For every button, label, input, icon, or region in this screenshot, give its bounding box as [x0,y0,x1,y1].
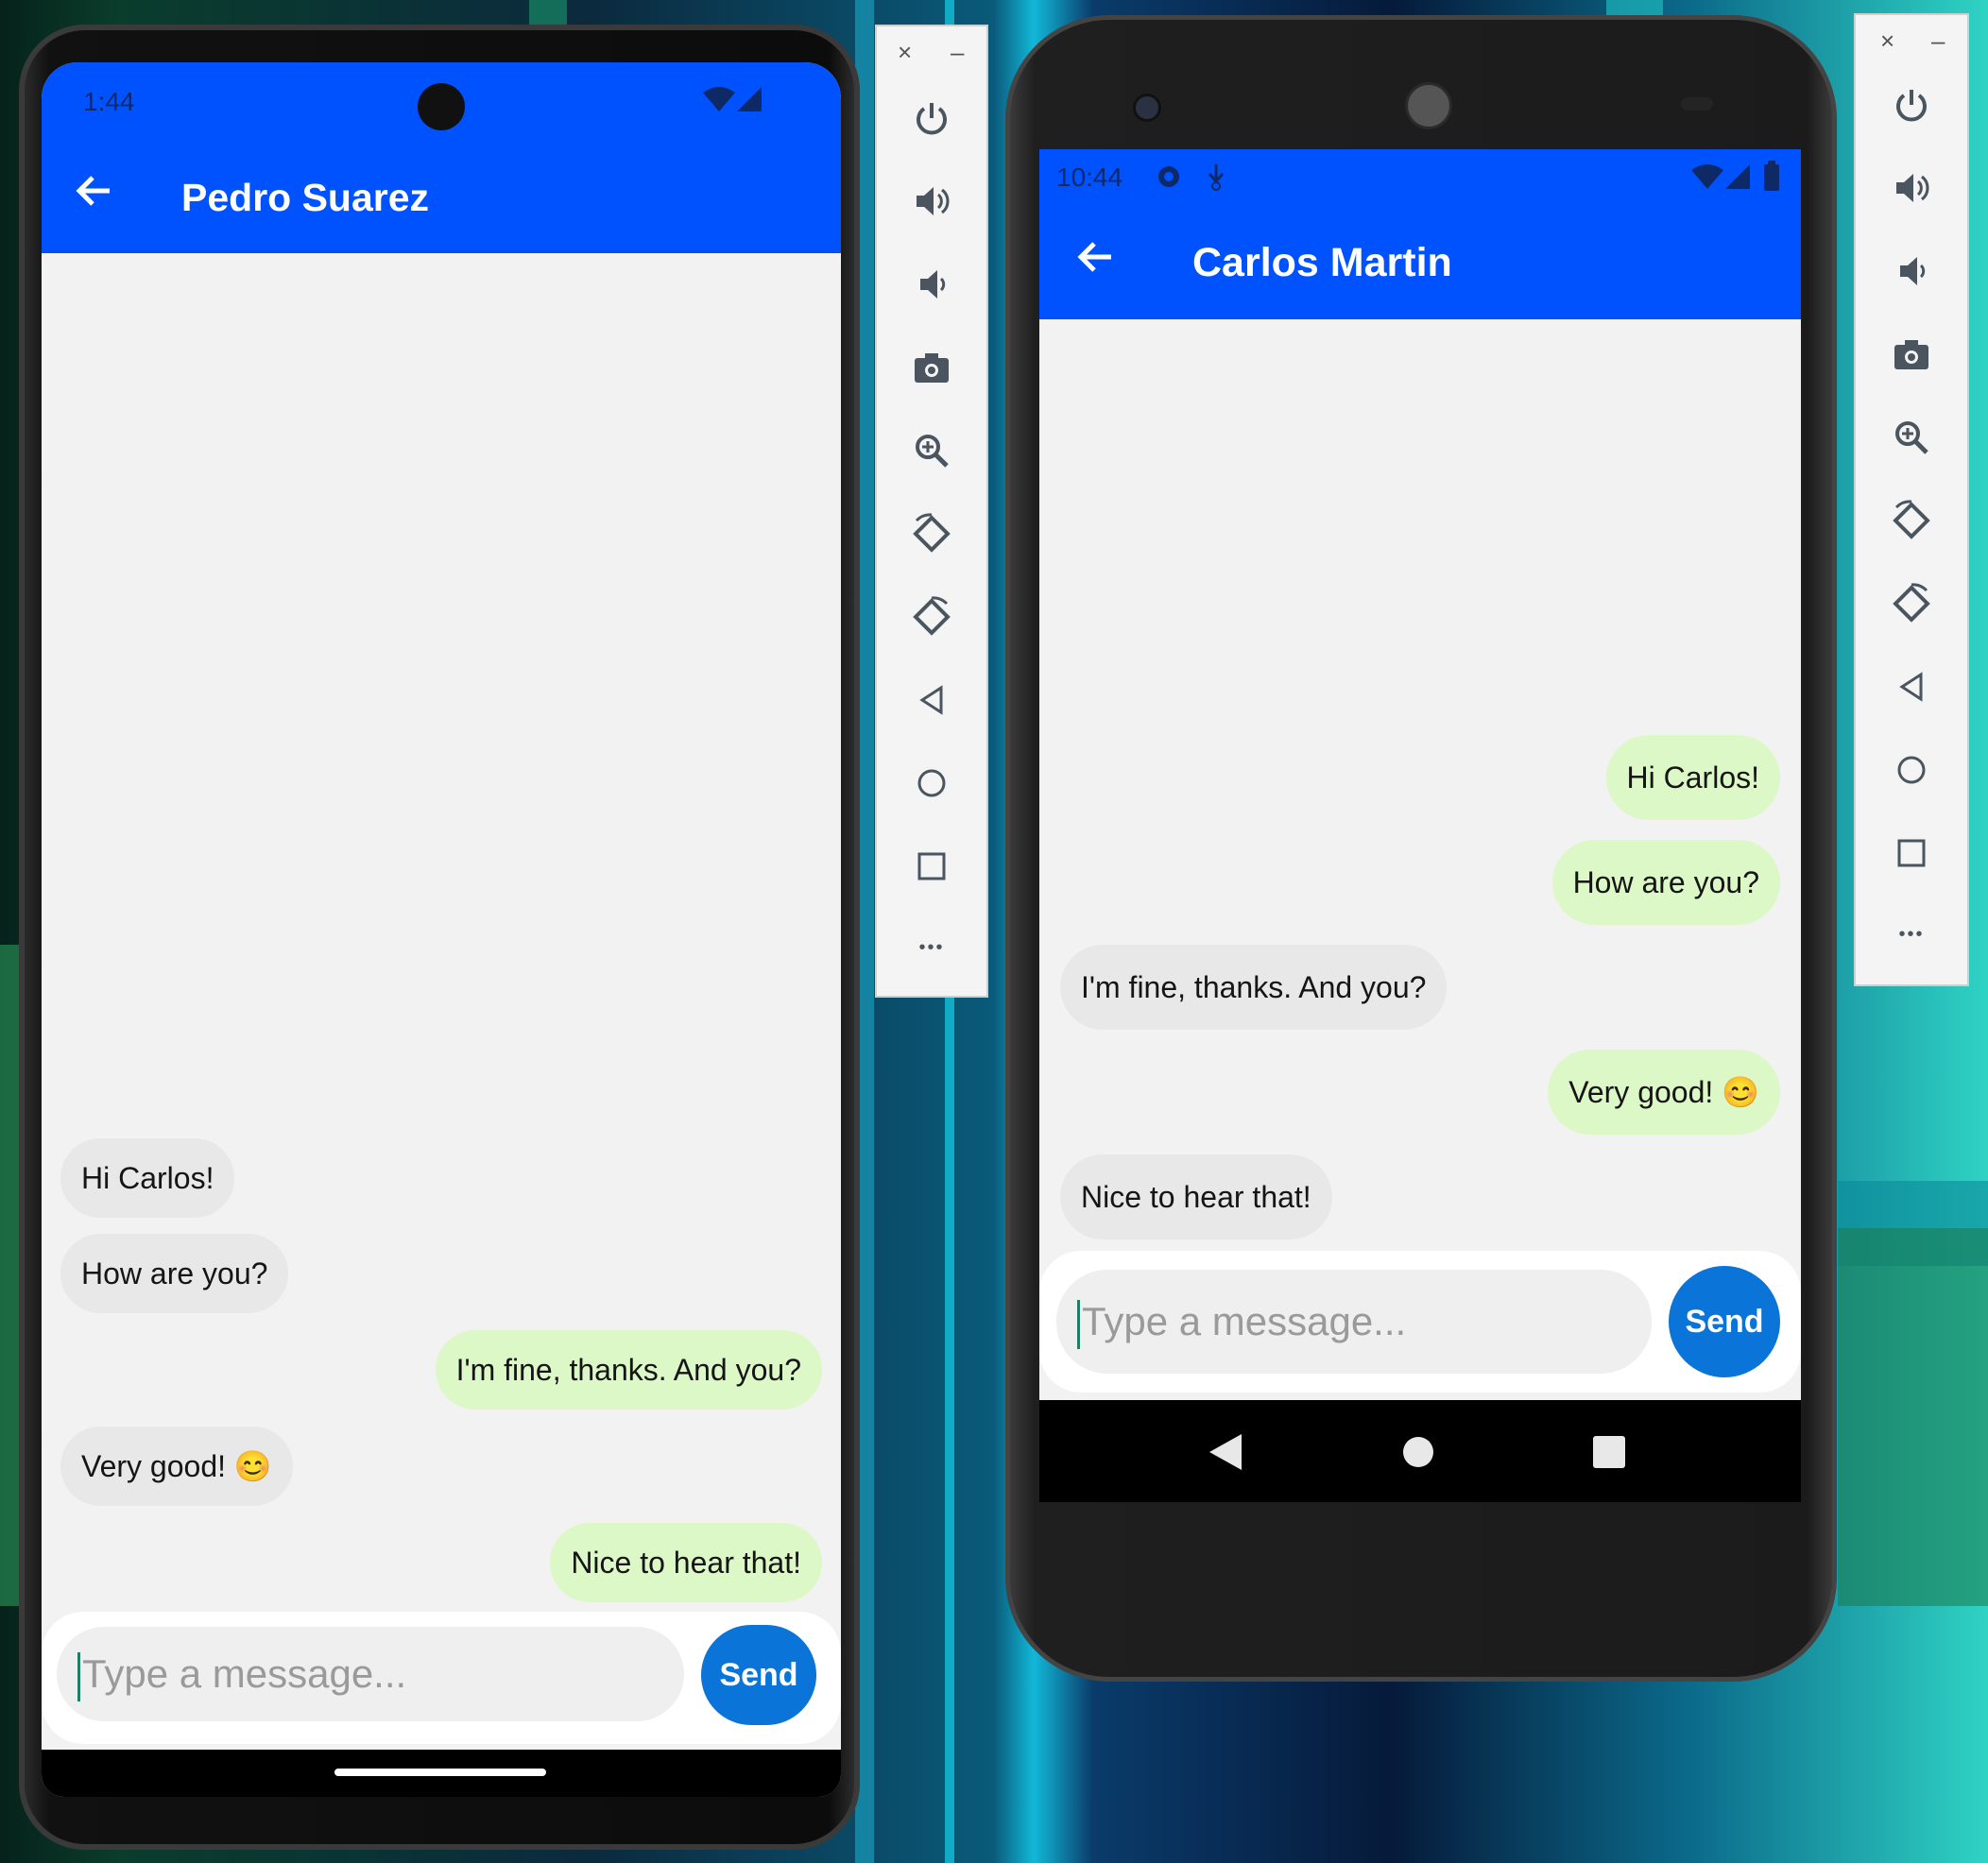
home-icon[interactable] [1856,735,1967,801]
signal-icon [1725,164,1750,196]
volume-down-icon[interactable] [877,249,986,316]
nav-bar [42,1750,841,1797]
close-icon[interactable]: × [1880,26,1894,56]
power-icon[interactable] [877,83,986,149]
message-bubble: Hi Carlos! [1605,735,1780,820]
emulator-toolbar-left: × – ••• [875,25,988,998]
camera-cutout [418,83,465,130]
close-icon[interactable]: × [898,38,912,67]
volume-up-icon[interactable] [877,166,986,232]
message-bubble: Very good! 😊 [60,1427,293,1506]
rotate-right-icon[interactable] [877,582,986,648]
home-gesture-handle[interactable] [334,1769,546,1776]
proximity-sensor [1681,97,1713,111]
power-icon[interactable] [1856,70,1967,136]
emulator-toolbar-right: × – ••• [1854,13,1969,986]
app-bar: Carlos Martin [1039,208,1801,319]
volume-up-icon[interactable] [1856,153,1967,219]
phone-left-screen: 1:44 Pedro Suarez Hi Carlos! How are you… [42,62,841,1797]
contact-name: Carlos Martin [1192,240,1452,285]
phone-right-screen: 10:44 Carlos Martin Hi Carlos! How are y… [1039,149,1801,1502]
message-composer: Type a message... Send [1039,1251,1801,1393]
volume-down-icon[interactable] [1856,236,1967,302]
speaker-grille [1405,82,1452,129]
minimize-icon[interactable]: – [1931,26,1945,56]
message-bubble: I'm fine, thanks. And you? [1060,945,1448,1030]
rotate-right-icon[interactable] [1856,569,1967,635]
message-bubble: I'm fine, thanks. And you? [435,1330,822,1410]
back-icon[interactable] [877,665,986,731]
nav-overview-icon[interactable] [1593,1436,1625,1473]
status-time: 1:44 [83,87,135,116]
message-composer: Type a message... Send [42,1612,841,1744]
wifi-icon [1691,164,1723,196]
input-placeholder: Type a message... [82,1651,407,1696]
message-input[interactable]: Type a message... [1056,1270,1652,1374]
camera-icon[interactable] [1856,319,1967,385]
home-icon[interactable] [877,748,986,814]
app-bar: Pedro Suarez [42,142,841,253]
status-time: 10:44 [1056,162,1123,192]
wifi-icon [703,87,735,118]
back-arrow-icon[interactable] [76,172,113,219]
message-bubble: Hi Carlos! [60,1138,235,1218]
text-caret [77,1651,80,1701]
message-bubble: How are you? [1551,840,1780,925]
back-icon[interactable] [1856,652,1967,718]
overview-icon[interactable] [877,831,986,897]
send-button[interactable]: Send [1669,1266,1780,1377]
message-input[interactable]: Type a message... [57,1627,684,1721]
nav-back-icon[interactable] [1209,1434,1242,1475]
overview-icon[interactable] [1856,818,1967,884]
text-caret [1077,1299,1080,1349]
message-bubble: How are you? [60,1234,289,1313]
nav-home-icon[interactable] [1402,1436,1434,1473]
more-icon[interactable]: ••• [877,914,986,981]
input-placeholder: Type a message... [1082,1299,1407,1343]
contact-name: Pedro Suarez [181,176,430,219]
more-icon[interactable]: ••• [1856,901,1967,967]
battery-icon [1763,161,1780,197]
rotate-left-icon[interactable] [877,499,986,565]
message-bubble: Nice to hear that! [1060,1154,1332,1239]
rotate-left-icon[interactable] [1856,486,1967,552]
message-bubble: Very good! 😊 [1548,1050,1780,1135]
download-icon [1206,162,1226,197]
zoom-icon[interactable] [1856,402,1967,469]
camera-icon[interactable] [877,333,986,399]
status-bar: 1:44 [42,62,841,142]
zoom-icon[interactable] [877,416,986,482]
status-bar: 10:44 [1039,149,1801,208]
back-arrow-icon[interactable] [1077,238,1115,285]
nav-bar [1039,1400,1801,1502]
message-bubble: Nice to hear that! [550,1523,822,1602]
send-button[interactable]: Send [701,1625,816,1725]
front-camera [1133,94,1161,122]
minimize-icon[interactable]: – [951,38,964,67]
settings-icon [1155,162,1183,197]
signal-icon [737,87,762,118]
